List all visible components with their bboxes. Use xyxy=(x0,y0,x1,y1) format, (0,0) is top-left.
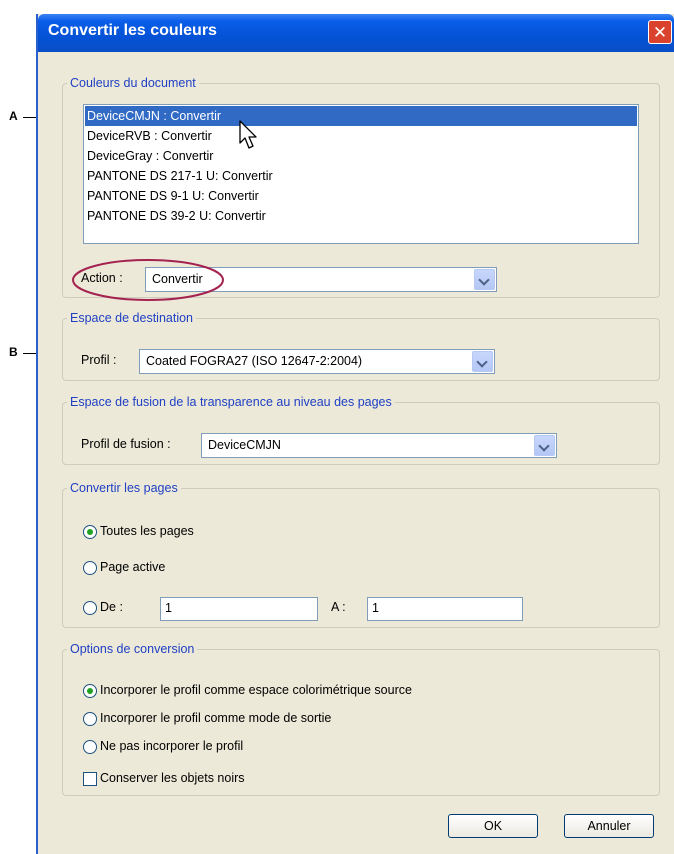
from-label: De : xyxy=(100,600,123,614)
title-bar: Convertir les couleurs ✕ xyxy=(38,14,674,52)
embed-source-label: Incorporer le profil comme espace colori… xyxy=(100,683,412,697)
document-colors-legend: Couleurs du document xyxy=(70,76,196,90)
page-range-radio[interactable] xyxy=(83,601,97,615)
destination-legend: Espace de destination xyxy=(70,311,194,325)
convert-colors-dialog: Convertir les couleurs ✕ Couleurs du doc… xyxy=(36,14,674,854)
conversion-options-group: Options de conversion Incorporer le prof… xyxy=(62,642,660,796)
callout-b: B xyxy=(9,345,18,359)
to-label: A : xyxy=(331,600,346,614)
document-colors-group: Couleurs du document DeviceCMJN : Conver… xyxy=(62,76,660,301)
to-page-input[interactable]: 1 xyxy=(367,597,523,621)
blending-space-legend: Espace de fusion de la transparence au n… xyxy=(70,395,392,409)
ok-button[interactable]: OK xyxy=(448,814,538,838)
active-page-radio[interactable] xyxy=(83,561,97,575)
profile-select[interactable]: Coated FOGRA27 (ISO 12647-2:2004) xyxy=(139,349,495,374)
embed-output-radio[interactable] xyxy=(83,712,97,726)
embed-output-label: Incorporer le profil comme mode de sorti… xyxy=(100,711,332,725)
all-pages-radio[interactable] xyxy=(83,525,97,539)
chevron-down-icon[interactable] xyxy=(472,351,493,372)
list-item[interactable]: PANTONE DS 9-1 U: Convertir xyxy=(85,186,637,206)
list-item[interactable]: DeviceRVB : Convertir xyxy=(85,126,637,146)
highlight-ellipse xyxy=(72,259,224,301)
close-icon[interactable]: ✕ xyxy=(648,20,672,44)
list-item[interactable]: PANTONE DS 217-1 U: Convertir xyxy=(85,166,637,186)
from-page-input[interactable]: 1 xyxy=(160,597,318,621)
active-page-label: Page active xyxy=(100,560,166,574)
no-embed-label: Ne pas incorporer le profil xyxy=(100,739,244,753)
mouse-cursor-icon xyxy=(239,120,257,149)
blending-profile-select[interactable]: DeviceCMJN xyxy=(201,433,557,458)
blending-profile-value: DeviceCMJN xyxy=(208,438,281,452)
no-embed-radio[interactable] xyxy=(83,740,97,754)
list-item[interactable]: PANTONE DS 39-2 U: Convertir xyxy=(85,206,637,226)
callout-a: A xyxy=(9,109,18,123)
blending-space-group: Espace de fusion de la transparence au n… xyxy=(62,395,660,465)
blending-profile-label: Profil de fusion : xyxy=(81,437,171,451)
destination-group: Espace de destination Profil : Coated FO… xyxy=(62,311,660,381)
profile-label: Profil : xyxy=(81,353,117,367)
document-colors-list[interactable]: DeviceCMJN : Convertir DeviceRVB : Conve… xyxy=(83,104,639,244)
list-item[interactable]: DeviceGray : Convertir xyxy=(85,146,637,166)
conversion-options-legend: Options de conversion xyxy=(70,642,195,656)
convert-pages-group: Convertir les pages Toutes les pages Pag… xyxy=(62,481,660,628)
preserve-black-label: Conserver les objets noirs xyxy=(100,771,245,785)
profile-value: Coated FOGRA27 (ISO 12647-2:2004) xyxy=(146,354,363,368)
list-item[interactable]: DeviceCMJN : Convertir xyxy=(85,106,637,126)
embed-source-radio[interactable] xyxy=(83,684,97,698)
convert-pages-legend: Convertir les pages xyxy=(70,481,178,495)
dialog-title: Convertir les couleurs xyxy=(48,22,217,39)
cancel-button[interactable]: Annuler xyxy=(564,814,654,838)
preserve-black-checkbox[interactable] xyxy=(83,772,97,786)
chevron-down-icon[interactable] xyxy=(534,435,555,456)
all-pages-label: Toutes les pages xyxy=(100,524,194,538)
chevron-down-icon[interactable] xyxy=(474,269,495,290)
